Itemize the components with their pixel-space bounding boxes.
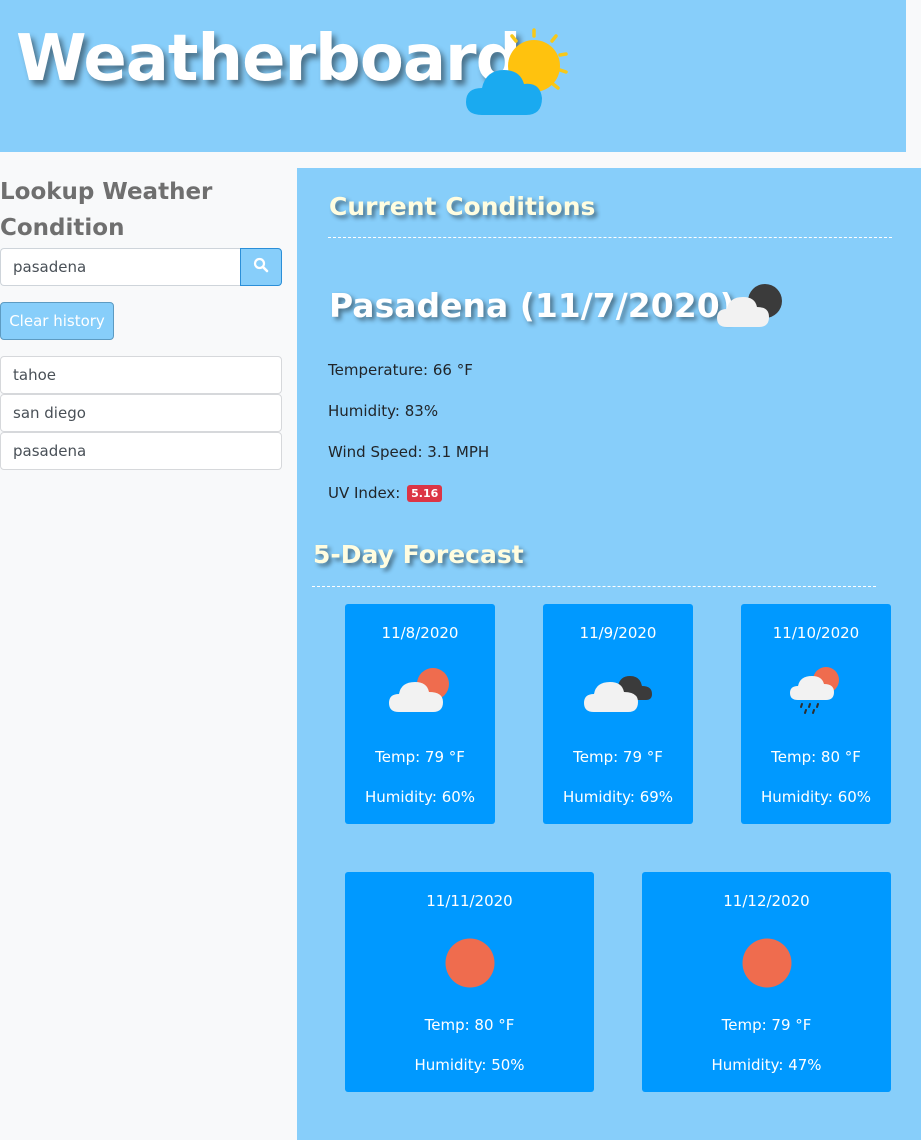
forecast-temp: Temp: 79 °F — [573, 748, 663, 766]
forecast-temp: Temp: 80 °F — [424, 1016, 515, 1034]
clear-history-button[interactable]: Clear history — [0, 302, 114, 340]
forecast-card: 11/10/2020 Temp: 80 °F Humidity: 60% — [741, 604, 891, 824]
search-history-list: tahoe san diego pasadena — [0, 356, 282, 470]
forecast-temp: Temp: 79 °F — [375, 748, 465, 766]
forecast-date: 11/11/2020 — [426, 892, 513, 910]
forecast-humidity: Humidity: 47% — [711, 1056, 822, 1074]
forecast-date: 11/12/2020 — [723, 892, 810, 910]
broken-clouds-icon — [582, 666, 654, 718]
night-cloud-icon — [715, 281, 785, 336]
history-item[interactable]: pasadena — [0, 432, 282, 470]
forecast-humidity: Humidity: 60% — [364, 788, 476, 806]
forecast-card: 11/11/2020 Temp: 80 °F Humidity: 50% — [345, 872, 594, 1092]
sun-behind-cloud-icon — [462, 22, 578, 123]
header: Weatherboard — [0, 0, 906, 152]
history-item[interactable]: san diego — [0, 394, 282, 432]
history-item[interactable]: tahoe — [0, 356, 282, 394]
forecast-heading: 5-Day Forecast — [313, 540, 524, 569]
sun-icon — [445, 938, 495, 992]
forecast-temp: Temp: 80 °F — [771, 748, 861, 766]
cloud-sun-icon — [385, 666, 455, 718]
forecast-humidity: Humidity: 50% — [414, 1056, 525, 1074]
search-input[interactable] — [0, 248, 241, 286]
forecast-divider — [312, 586, 876, 587]
current-conditions-heading: Current Conditions — [329, 192, 596, 221]
forecast-humidity: Humidity: 69% — [562, 788, 674, 806]
sidebar: Lookup Weather Condition Clear history t… — [0, 152, 297, 1140]
uv-index-row: UV Index: 5.16 — [328, 484, 443, 502]
uv-index-badge: 5.16 — [407, 485, 443, 502]
search-button[interactable] — [240, 248, 282, 286]
uv-index-label: UV Index: — [328, 484, 401, 502]
main-panel: Current Conditions Pasadena (11/7/2020) … — [297, 168, 921, 1140]
wind-speed-text: Wind Speed: 3.1 MPH — [328, 443, 490, 461]
forecast-card: 11/9/2020 Temp: 79 °F Humidity: 69% — [543, 604, 693, 824]
humidity-text: Humidity: 83% — [328, 402, 439, 420]
app-title: Weatherboard — [16, 22, 521, 96]
current-divider — [328, 237, 892, 238]
forecast-date: 11/9/2020 — [579, 624, 657, 642]
forecast-temp: Temp: 79 °F — [721, 1016, 812, 1034]
sun-icon — [742, 938, 792, 992]
search-icon — [253, 257, 269, 278]
forecast-date: 11/8/2020 — [381, 624, 459, 642]
rain-cloud-sun-icon — [786, 666, 846, 720]
sidebar-title: Lookup Weather Condition — [0, 179, 213, 241]
forecast-card: 11/12/2020 Temp: 79 °F Humidity: 47% — [642, 872, 891, 1092]
forecast-date: 11/10/2020 — [772, 624, 860, 642]
temperature-text: Temperature: 66 °F — [328, 361, 473, 379]
city-title: Pasadena (11/7/2020) — [329, 286, 735, 325]
forecast-humidity: Humidity: 60% — [760, 788, 872, 806]
forecast-card: 11/8/2020 Temp: 79 °F Humidity: 60% — [345, 604, 495, 824]
